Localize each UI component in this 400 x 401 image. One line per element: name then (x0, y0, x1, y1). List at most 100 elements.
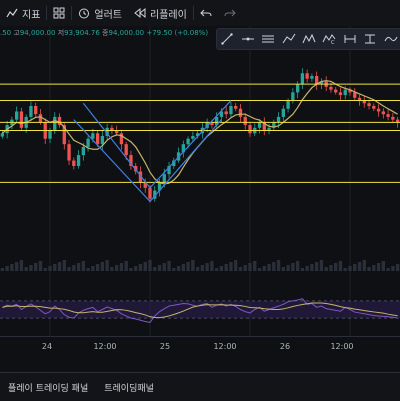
redo-button[interactable] (218, 0, 242, 26)
volume-bar (81, 261, 85, 271)
candle-body (238, 108, 243, 117)
volume-bar (19, 260, 24, 271)
volume-bar (91, 266, 95, 271)
volume-bar (119, 263, 124, 271)
candle-body (391, 116, 395, 120)
chart-background (0, 26, 400, 336)
volume-bar (224, 264, 228, 271)
candle-body (276, 116, 281, 123)
time-axis-label: 26 (279, 342, 291, 351)
volume-bar (138, 264, 143, 271)
volume-bar (76, 263, 81, 271)
volume-bar (343, 268, 347, 271)
change-value: +79.50 (+0.08%) (146, 29, 209, 37)
volume-bar (267, 264, 271, 271)
candle-body (376, 108, 381, 112)
undo-button[interactable] (194, 0, 218, 26)
undo-icon (200, 7, 212, 19)
volume-bar (124, 261, 128, 271)
volume-bar (15, 262, 19, 271)
volume-bar (100, 262, 105, 271)
tab-replay-trading-panel[interactable]: 플레이 트레이딩 패널 (0, 381, 96, 394)
replay-button[interactable]: 리플레이 (128, 0, 193, 26)
candle-body (310, 76, 314, 79)
candle-body (343, 89, 347, 96)
volume-bar (34, 263, 38, 271)
time-axis-label: 12:00 (213, 342, 237, 351)
candle-body (300, 73, 305, 85)
time-axis[interactable]: 24 12:00 25 12:00 26 12:00 (0, 336, 400, 357)
date-range-icon[interactable] (341, 31, 359, 47)
price-chart[interactable] (0, 26, 400, 336)
volume-bar (24, 267, 28, 271)
candle-body (91, 133, 95, 139)
volume-bar (143, 262, 147, 271)
volume-bar (376, 263, 381, 271)
alerts-label: 얼러트 (94, 9, 123, 21)
alerts-button[interactable]: 얼러트 (72, 0, 128, 26)
indicators-label: 지표 (22, 9, 41, 21)
candle-body (100, 136, 105, 145)
trend-line-icon[interactable] (218, 31, 236, 47)
tab-trading-panel[interactable]: 트레이딩패널 (96, 381, 162, 394)
price-range-icon[interactable] (361, 31, 379, 47)
candle-body (243, 116, 247, 126)
bottom-panel-tabs: 플레이 트레이딩 패널 트레이딩패널 (0, 372, 400, 401)
volume-bar (167, 261, 171, 271)
volume-bar (157, 265, 162, 271)
drawing-tools-bar: C (216, 28, 400, 50)
xabcd-pattern-icon[interactable] (300, 31, 318, 47)
candle-body (281, 108, 285, 117)
candle-body (67, 144, 71, 161)
candle-body (229, 106, 233, 115)
top-toolbar: 지표 얼러트 리플레이 (0, 0, 400, 27)
candle-body (76, 155, 81, 166)
volume-bar (286, 265, 290, 271)
volume-bar (305, 266, 309, 271)
open-value: .50 (0, 29, 12, 37)
volume-bar (329, 265, 333, 271)
volume-bar (176, 266, 181, 271)
candle-body (257, 122, 262, 128)
volume-bar (57, 262, 62, 271)
indicators-icon (6, 7, 18, 19)
volume-bar (353, 264, 357, 271)
volume-bar (110, 267, 114, 271)
horizontal-ray-icon[interactable] (239, 31, 257, 47)
candle-body (334, 89, 338, 93)
candle-body (234, 106, 238, 109)
volume-bar (210, 261, 214, 271)
volume-bar (10, 264, 14, 271)
time-axis-label: 24 (41, 342, 53, 351)
candle-body (248, 125, 252, 134)
indicators-button[interactable]: 지표 (0, 0, 46, 26)
candle-body (305, 73, 309, 79)
candle-body (53, 116, 57, 131)
templates-button[interactable] (47, 0, 71, 26)
volume-bar (367, 267, 371, 271)
volume-bar (381, 261, 385, 271)
time-axis-label: 12:00 (93, 342, 117, 351)
parallel-channel-icon[interactable] (259, 31, 277, 47)
pitchfork-icon[interactable] (280, 31, 298, 47)
candle-body (34, 106, 38, 115)
low-value: 93,904.76 (64, 29, 100, 37)
volume-bar (115, 265, 119, 271)
brush-icon[interactable] (382, 31, 400, 47)
volume-bar (134, 266, 138, 271)
volume-bar (67, 267, 71, 271)
elliott-wave-icon[interactable]: C (320, 31, 338, 47)
volume-bar (105, 260, 109, 271)
candle-body (224, 111, 228, 115)
volume-bar (95, 264, 100, 271)
volume-bar (129, 268, 133, 271)
redo-icon (224, 7, 236, 19)
volume-bar (272, 262, 276, 271)
volume-bar (372, 265, 376, 271)
candle-body (95, 133, 100, 145)
volume-bar (276, 260, 281, 271)
panel-spacer (0, 356, 400, 372)
volume-bar (186, 262, 190, 271)
volume-bar (153, 267, 157, 271)
candle-body (367, 103, 371, 106)
